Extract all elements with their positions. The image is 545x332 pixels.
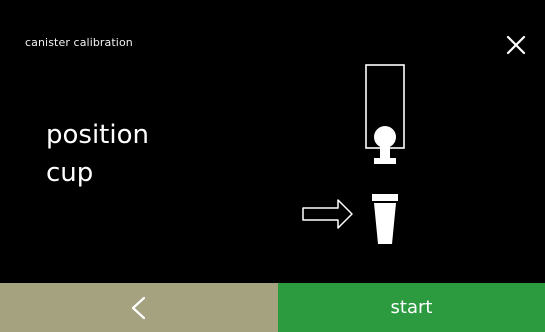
close-icon [506,35,526,55]
cup-icon [372,194,398,244]
calibration-screen: canister calibration position cup start [0,0,545,332]
page-title: canister calibration [25,36,133,49]
start-button-label: start [390,297,433,318]
instruction-text: position cup [46,116,149,192]
dispense-outlet-icon [374,126,396,164]
back-button[interactable] [0,283,278,332]
arrow-right-icon [302,199,353,229]
bottom-action-bar: start [0,283,545,332]
instruction-line-1: position [46,120,149,150]
start-button[interactable]: start [278,283,545,332]
close-button[interactable] [503,32,529,58]
position-cup-illustration [302,64,405,244]
instruction-line-2: cup [46,158,94,188]
chevron-left-icon [131,296,146,319]
